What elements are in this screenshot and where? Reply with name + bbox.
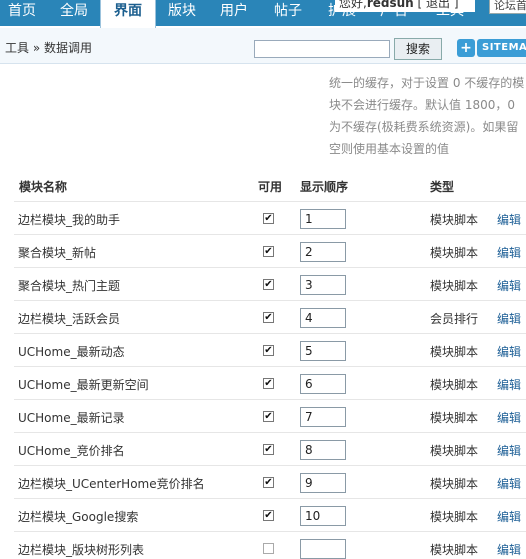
enabled-checkbox[interactable]: ✔ [263, 345, 274, 356]
table-row: UCHome_竞价排名 ✔ 8 模块脚本 编辑 [14, 432, 526, 465]
tab-users[interactable]: 用户 [212, 0, 256, 26]
module-name: 边栏模块_活跃会员 [18, 312, 121, 326]
table-row: 边栏模块_活跃会员 ✔ 4 会员排行 编辑 [14, 300, 526, 333]
edit-link[interactable]: 编辑 [497, 277, 521, 294]
module-type: 模块脚本 [430, 510, 479, 524]
tab-forums[interactable]: 版块 [160, 0, 204, 26]
table-header: 模块名称 可用 显示顺序 类型 [0, 172, 526, 200]
edit-link[interactable]: 编辑 [497, 343, 521, 360]
edit-link[interactable]: 编辑 [497, 211, 521, 228]
user-info: 您好,redsun [ 退出 ] [335, 0, 475, 12]
enabled-checkbox[interactable] [263, 543, 274, 554]
breadcrumb-bar: 工具 » 数据调用 搜索 + SITEMA [0, 28, 526, 64]
edit-link[interactable]: 编辑 [497, 310, 521, 327]
module-name: UCHome_竞价排名 [18, 444, 125, 458]
edit-link[interactable]: 编辑 [497, 409, 521, 426]
search-button[interactable]: 搜索 [394, 38, 442, 60]
tab-home[interactable]: 首页 [0, 0, 44, 26]
module-type: 模块脚本 [430, 345, 479, 359]
edit-link[interactable]: 编辑 [497, 376, 521, 393]
enabled-checkbox[interactable]: ✔ [263, 510, 274, 521]
tab-interface[interactable]: 界面 [100, 0, 156, 28]
enabled-checkbox[interactable]: ✔ [263, 213, 274, 224]
module-name: UCHome_最新记录 [18, 411, 125, 425]
display-order-input[interactable]: 10 [300, 506, 346, 526]
table-row: UCHome_最新更新空间 ✔ 6 模块脚本 编辑 [14, 366, 526, 399]
module-name: 聚合模块_热门主题 [18, 279, 121, 293]
module-type: 模块脚本 [430, 543, 479, 557]
display-order-input[interactable]: 8 [300, 440, 346, 460]
display-order-input[interactable] [300, 539, 346, 559]
table-row: 边栏模块_UCenterHome竞价排名 ✔ 9 模块脚本 编辑 [14, 465, 526, 498]
table-row: 聚合模块_热门主题 ✔ 3 模块脚本 编辑 [14, 267, 526, 300]
module-name: 边栏模块_版块树形列表 [18, 543, 145, 557]
table-row: UCHome_最新动态 ✔ 5 模块脚本 编辑 [14, 333, 526, 366]
enabled-checkbox[interactable]: ✔ [263, 444, 274, 455]
enabled-checkbox[interactable]: ✔ [263, 279, 274, 290]
module-name: UCHome_最新更新空间 [18, 378, 149, 392]
cache-description: 统一的缓存，对于设置 0 不缓存的模 块不会进行缓存。默认值 1800，0 为不… [329, 72, 526, 160]
edit-link[interactable]: 编辑 [497, 244, 521, 261]
module-name: 边栏模块_我的助手 [18, 213, 121, 227]
column-header-type: 类型 [430, 180, 455, 194]
tab-global[interactable]: 全局 [52, 0, 96, 26]
module-name: UCHome_最新动态 [18, 345, 125, 359]
module-type: 模块脚本 [430, 411, 479, 425]
column-header-enabled: 可用 [258, 180, 283, 194]
add-shortcut-button[interactable]: + [457, 39, 475, 57]
display-order-input[interactable]: 5 [300, 341, 346, 361]
enabled-checkbox[interactable]: ✔ [263, 411, 274, 422]
logout-link[interactable]: [ 退出 ] [418, 0, 459, 10]
enabled-checkbox[interactable]: ✔ [263, 477, 274, 488]
module-name: 边栏模块_Google搜索 [18, 510, 139, 524]
forum-home-link[interactable]: 论坛首 [489, 0, 526, 14]
enabled-checkbox[interactable]: ✔ [263, 312, 274, 323]
description-line: 为不缓存(极耗费系统资源)。如果留 [329, 120, 519, 134]
edit-link[interactable]: 编辑 [497, 475, 521, 492]
top-nav: 首页 全局 界面 版块 用户 帖子 扩展 广告 工具 您好,redsun [ 退… [0, 0, 526, 28]
module-type: 模块脚本 [430, 444, 479, 458]
column-header-order: 显示顺序 [300, 180, 349, 194]
module-type: 模块脚本 [430, 213, 479, 227]
table-row: 边栏模块_Google搜索 ✔ 10 模块脚本 编辑 [14, 498, 526, 531]
description-line: 空则使用基本设置的值 [329, 142, 450, 156]
display-order-input[interactable]: 6 [300, 374, 346, 394]
module-type: 会员排行 [430, 312, 479, 326]
table-row: 边栏模块_版块树形列表 模块脚本 编辑 [14, 531, 526, 559]
description-line: 块不会进行缓存。默认值 1800，0 [329, 98, 515, 112]
table-row: 边栏模块_我的助手 ✔ 1 模块脚本 编辑 [14, 201, 526, 234]
display-order-input[interactable]: 2 [300, 242, 346, 262]
table-row: UCHome_最新记录 ✔ 7 模块脚本 编辑 [14, 399, 526, 432]
description-line: 统一的缓存，对于设置 0 不缓存的模 [329, 76, 525, 90]
enabled-checkbox[interactable]: ✔ [263, 246, 274, 257]
sitemap-button[interactable]: SITEMA [477, 39, 526, 57]
edit-link[interactable]: 编辑 [497, 541, 521, 558]
display-order-input[interactable]: 3 [300, 275, 346, 295]
module-type: 模块脚本 [430, 279, 479, 293]
tab-posts[interactable]: 帖子 [266, 0, 310, 26]
column-header-name: 模块名称 [19, 180, 68, 194]
table-row: 聚合模块_新帖 ✔ 2 模块脚本 编辑 [14, 234, 526, 267]
edit-link[interactable]: 编辑 [497, 508, 521, 525]
user-greeting: 您好, [339, 0, 367, 10]
display-order-input[interactable]: 4 [300, 308, 346, 328]
edit-link[interactable]: 编辑 [497, 442, 521, 459]
module-name: 边栏模块_UCenterHome竞价排名 [18, 477, 205, 491]
module-type: 模块脚本 [430, 477, 479, 491]
search-input[interactable] [254, 40, 390, 58]
display-order-input[interactable]: 1 [300, 209, 346, 229]
display-order-input[interactable]: 7 [300, 407, 346, 427]
display-order-input[interactable]: 9 [300, 473, 346, 493]
username[interactable]: redsun [367, 0, 414, 10]
module-name: 聚合模块_新帖 [18, 246, 97, 260]
enabled-checkbox[interactable]: ✔ [263, 378, 274, 389]
module-type: 模块脚本 [430, 246, 479, 260]
breadcrumb: 工具 » 数据调用 [5, 41, 92, 55]
module-type: 模块脚本 [430, 378, 479, 392]
